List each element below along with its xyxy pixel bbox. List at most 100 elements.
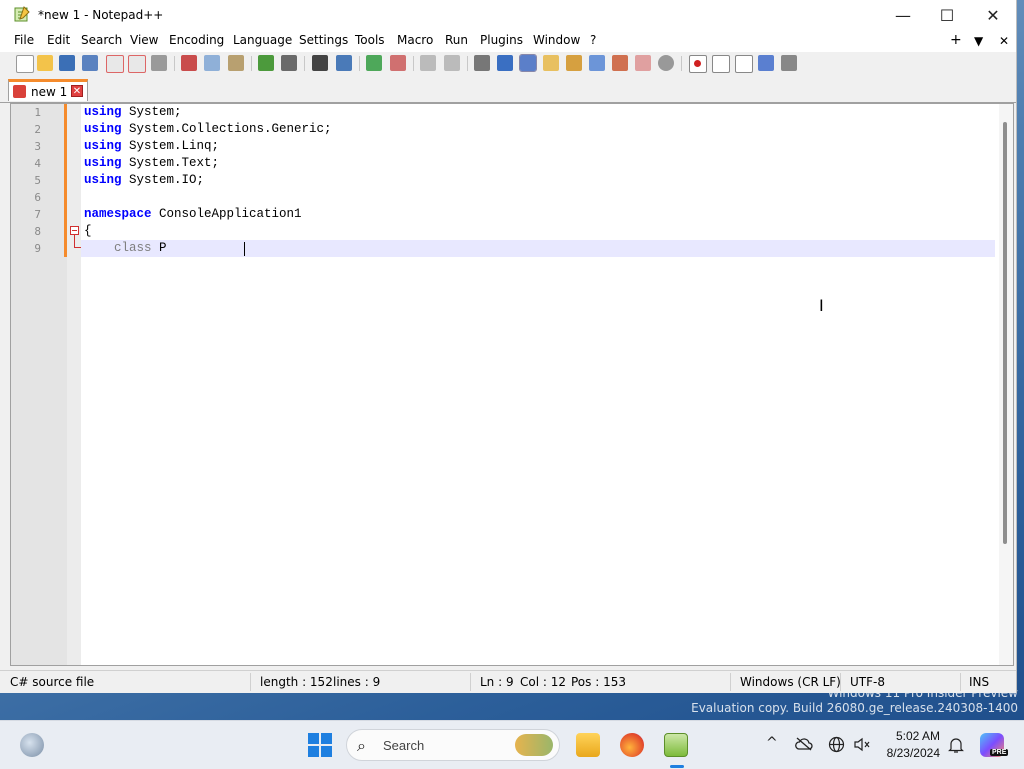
- keyword: using: [84, 139, 122, 153]
- network-globe-icon[interactable]: [828, 736, 845, 753]
- toolbar-separator: [467, 56, 468, 71]
- tab-close-icon[interactable]: ✕: [71, 85, 83, 97]
- document-map-icon[interactable]: [566, 55, 582, 71]
- status-insert-mode[interactable]: INS: [969, 675, 989, 689]
- taskbar-search[interactable]: ⌕ Search: [346, 729, 560, 761]
- firefox-icon[interactable]: [620, 733, 644, 757]
- redo-icon[interactable]: [281, 55, 297, 71]
- menu-window[interactable]: Window: [533, 33, 580, 47]
- status-ln: Ln : 9: [480, 675, 514, 689]
- status-encoding[interactable]: UTF-8: [850, 675, 885, 689]
- scrollbar-thumb[interactable]: [1003, 122, 1007, 544]
- status-eol[interactable]: Windows (CR LF): [740, 675, 841, 689]
- close-all-icon[interactable]: [128, 55, 146, 73]
- stop-macro-icon[interactable]: [712, 55, 730, 73]
- word-wrap-icon[interactable]: [474, 55, 490, 71]
- line-number: 2: [34, 123, 41, 136]
- notepadpp-app-icon: [14, 6, 30, 22]
- fold-margin[interactable]: [67, 104, 81, 665]
- line-number: 7: [34, 208, 41, 221]
- code-text: P: [151, 241, 167, 255]
- menu-view[interactable]: View: [130, 33, 158, 47]
- toggle-icon[interactable]: [658, 55, 674, 71]
- status-lines: lines : 9: [333, 675, 381, 689]
- indent-guide-icon[interactable]: [519, 54, 537, 72]
- search-placeholder: Search: [383, 738, 425, 753]
- notification-bell-icon[interactable]: [948, 736, 964, 754]
- menu-tools[interactable]: Tools: [355, 33, 385, 47]
- maximize-button[interactable]: ☐: [924, 0, 970, 30]
- sync-horizontal-icon[interactable]: [444, 55, 460, 71]
- folder-as-workspace-icon[interactable]: [612, 55, 628, 71]
- show-all-chars-icon[interactable]: [497, 55, 513, 71]
- window-title: *new 1 - Notepad++: [38, 8, 164, 22]
- close-document-icon[interactable]: ✕: [999, 34, 1009, 48]
- code-line: using System.IO;: [84, 173, 204, 187]
- line-number: 5: [34, 174, 41, 187]
- open-file-icon[interactable]: [37, 55, 53, 71]
- close-icon[interactable]: [106, 55, 124, 73]
- udl-icon[interactable]: [543, 55, 559, 71]
- taskbar: ⌕ Search ^ 5:02 AM 8/23/2024 PRE: [0, 720, 1024, 769]
- notepadpp-window: *new 1 - Notepad++ — ☐ ✕ File Edit Searc…: [0, 0, 1017, 693]
- widgets-icon[interactable]: [20, 733, 44, 757]
- fold-collapse-icon[interactable]: [70, 226, 79, 235]
- code-line: class P: [84, 241, 167, 255]
- code-text: System.Text;: [121, 156, 220, 170]
- menu-encoding[interactable]: Encoding: [169, 33, 224, 47]
- line-number: 8: [34, 225, 41, 238]
- notepadpp-taskbar-icon[interactable]: [664, 733, 688, 757]
- menu-edit[interactable]: Edit: [47, 33, 70, 47]
- toolbar-separator: [304, 56, 305, 71]
- save-all-icon[interactable]: [82, 55, 98, 71]
- copy-icon[interactable]: [204, 55, 220, 71]
- vertical-scrollbar[interactable]: [999, 104, 1013, 665]
- sync-vertical-icon[interactable]: [420, 55, 436, 71]
- new-tab-plus-icon[interactable]: +: [950, 32, 962, 48]
- replace-icon[interactable]: [336, 55, 352, 71]
- start-button[interactable]: [308, 733, 332, 757]
- undo-icon[interactable]: [258, 55, 274, 71]
- menu-plugins[interactable]: Plugins: [480, 33, 523, 47]
- title-bar[interactable]: *new 1 - Notepad++ — ☐ ✕: [0, 0, 1016, 30]
- volume-muted-icon[interactable]: [853, 736, 871, 753]
- zoom-in-icon[interactable]: [366, 55, 382, 71]
- code-area[interactable]: using System; using System.Collections.G…: [81, 104, 997, 665]
- function-list-icon[interactable]: [589, 55, 605, 71]
- save-macro-icon[interactable]: [781, 55, 797, 71]
- cut-icon[interactable]: [181, 55, 197, 71]
- menu-help[interactable]: ?: [590, 33, 596, 47]
- tab-list-dropdown-icon[interactable]: ▼: [974, 34, 983, 48]
- code-line: using System.Linq;: [84, 139, 219, 153]
- paste-icon[interactable]: [228, 55, 244, 71]
- line-number: 1: [34, 106, 41, 119]
- menu-language[interactable]: Language: [233, 33, 292, 47]
- windows-logo-icon: [308, 733, 319, 744]
- status-bar: C# source file length : 152 lines : 9 Ln…: [0, 670, 1016, 693]
- print-icon[interactable]: [151, 55, 167, 71]
- editor-pane[interactable]: 1 2 3 4 5 6 7 8 9 using System; using Sy…: [10, 103, 1014, 666]
- menu-macro[interactable]: Macro: [397, 33, 433, 47]
- status-separator: [470, 673, 471, 691]
- zoom-out-icon[interactable]: [390, 55, 406, 71]
- monitoring-icon[interactable]: [635, 55, 651, 71]
- minimize-button[interactable]: —: [880, 0, 926, 30]
- code-line: {: [84, 224, 92, 238]
- file-explorer-icon[interactable]: [576, 733, 600, 757]
- find-icon[interactable]: [312, 55, 328, 71]
- close-button[interactable]: ✕: [970, 0, 1016, 30]
- onedrive-offline-icon[interactable]: [795, 737, 813, 751]
- system-clock[interactable]: 5:02 AM 8/23/2024: [882, 728, 940, 762]
- menu-search[interactable]: Search: [81, 33, 122, 47]
- watermark-line-2: Evaluation copy. Build 26080.ge_release.…: [691, 701, 1018, 715]
- menu-file[interactable]: File: [14, 33, 34, 47]
- new-file-icon[interactable]: [16, 55, 34, 73]
- play-macro-icon[interactable]: [735, 55, 753, 73]
- run-macro-multiple-icon[interactable]: [758, 55, 774, 71]
- tray-chevron-icon[interactable]: ^: [766, 735, 778, 751]
- record-macro-icon[interactable]: [689, 55, 707, 73]
- tab-new-1[interactable]: new 1 ✕: [8, 79, 88, 101]
- save-icon[interactable]: [59, 55, 75, 71]
- menu-run[interactable]: Run: [445, 33, 468, 47]
- menu-settings[interactable]: Settings: [299, 33, 348, 47]
